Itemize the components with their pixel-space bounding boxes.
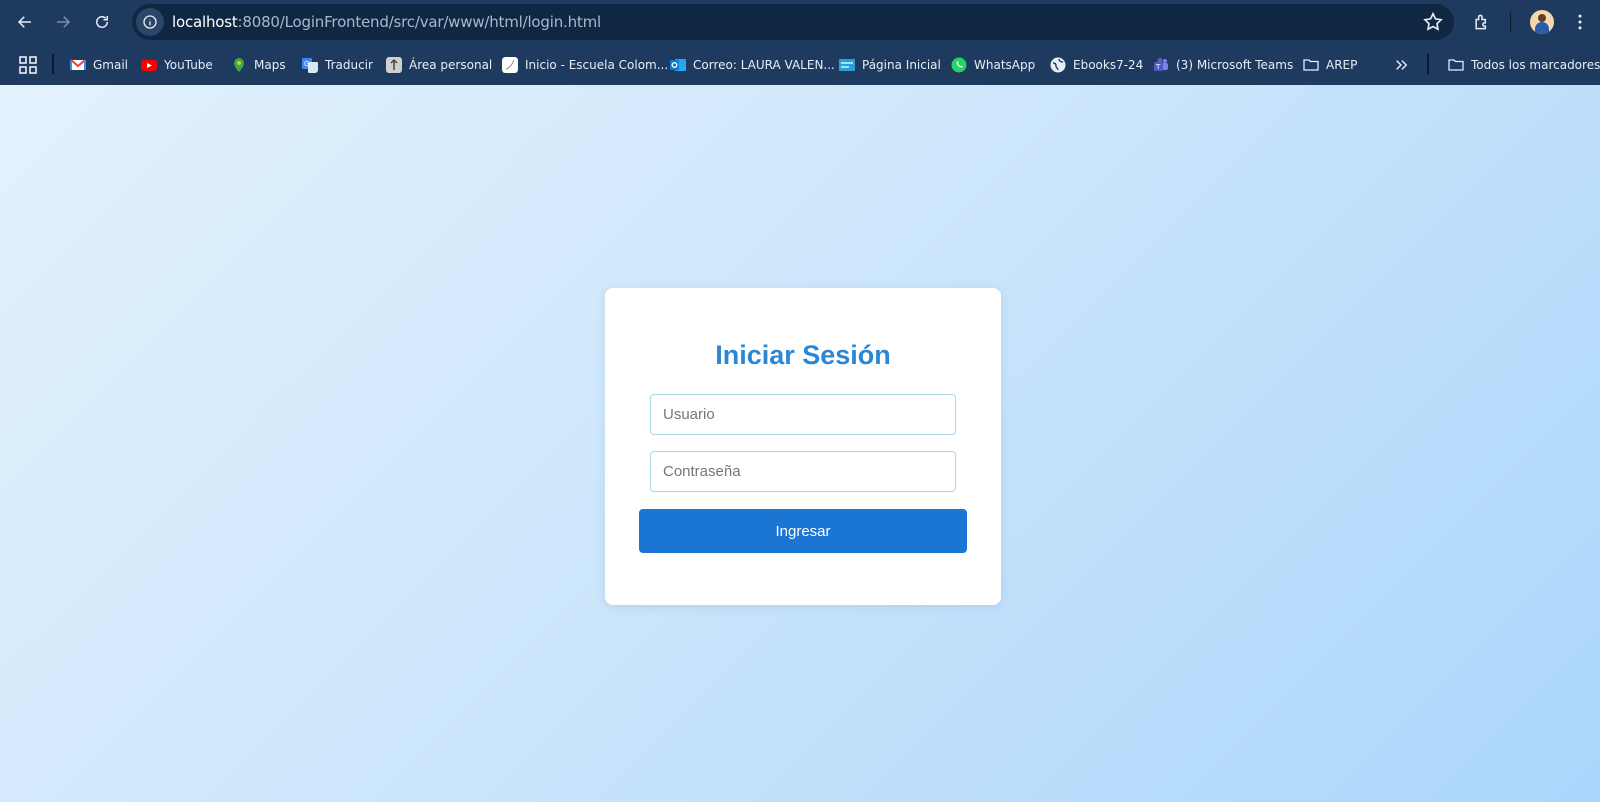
address-bar[interactable]: localhost:8080/LoginFrontend/src/var/www…	[132, 4, 1454, 40]
apps-button[interactable]	[19, 54, 37, 76]
username-input[interactable]	[650, 394, 956, 435]
forward-button[interactable]	[50, 9, 76, 35]
bookmark-label: YouTube	[164, 58, 213, 72]
apps-grid-icon	[19, 56, 37, 74]
bookmark-traducir[interactable]: G Traducir	[302, 54, 373, 76]
whatsapp-icon	[951, 57, 967, 73]
back-button[interactable]	[12, 9, 38, 35]
browser-toolbar: localhost:8080/LoginFrontend/src/var/www…	[0, 0, 1600, 44]
menu-dots-icon[interactable]	[1568, 10, 1592, 34]
profile-avatar[interactable]	[1530, 10, 1554, 34]
bookmark-inicio-escuela[interactable]: Inicio - Escuela Colom...	[502, 54, 668, 76]
bookmark-folder-arep[interactable]: AREP	[1303, 54, 1357, 76]
teams-icon: T	[1154, 58, 1168, 71]
youtube-icon	[141, 60, 157, 71]
back-arrow-icon	[17, 16, 31, 28]
personal-area-icon	[386, 57, 402, 73]
chevron-double-right-icon	[1396, 60, 1408, 70]
svg-text:T: T	[1155, 63, 1161, 71]
folder-icon	[1303, 59, 1319, 71]
bookmark-teams[interactable]: T (3) Microsoft Teams	[1153, 54, 1293, 76]
bookmark-label: Ebooks7-24	[1073, 58, 1144, 72]
all-bookmarks-folder[interactable]: Todos los marcadores	[1448, 54, 1600, 76]
bookmark-correo[interactable]: Correo: LAURA VALEN...	[670, 54, 835, 76]
url-path: :8080/LoginFrontend/src/var/www/html/log…	[237, 13, 602, 31]
bookmarks-bar: Gmail YouTube Maps G Traducir Área perso…	[0, 44, 1600, 85]
bookmark-label: Maps	[254, 58, 286, 72]
bookmark-gmail[interactable]: Gmail	[70, 54, 128, 76]
site-info-icon[interactable]	[136, 8, 164, 36]
bookmark-label: WhatsApp	[974, 58, 1036, 72]
globe-icon	[1050, 57, 1066, 73]
forward-arrow-icon	[57, 16, 71, 28]
gmail-icon	[70, 59, 86, 70]
more-bookmarks-button[interactable]	[1394, 54, 1408, 76]
url-text[interactable]: localhost:8080/LoginFrontend/src/var/www…	[172, 13, 601, 31]
outlook-icon	[670, 59, 686, 71]
bookmark-label: Página Inicial	[862, 58, 941, 72]
toolbar-divider	[1510, 12, 1511, 32]
reload-button[interactable]	[89, 9, 115, 35]
site-icon	[839, 59, 855, 71]
all-bookmarks-label: Todos los marcadores	[1471, 58, 1600, 72]
svg-text:G: G	[304, 60, 309, 68]
translate-icon: G	[302, 58, 318, 73]
login-card: Iniciar Sesión Ingresar	[605, 288, 1001, 605]
extensions-icon[interactable]	[1470, 10, 1494, 34]
bookmark-pagina-inicial[interactable]: Página Inicial	[839, 54, 941, 76]
bookmark-label: Inicio - Escuela Colom...	[525, 58, 669, 72]
bookmark-label: Correo: LAURA VALEN...	[693, 58, 835, 72]
bookmark-label: Gmail	[93, 58, 129, 72]
page-icon	[502, 57, 518, 73]
page-background: Iniciar Sesión Ingresar	[0, 85, 1600, 802]
maps-icon	[234, 58, 244, 72]
bookmark-label: (3) Microsoft Teams	[1176, 58, 1294, 72]
bookmark-label: Área personal	[409, 58, 493, 72]
bookmark-whatsapp[interactable]: WhatsApp	[951, 54, 1035, 76]
url-host: localhost	[172, 13, 238, 31]
bookmark-area-personal[interactable]: Área personal	[386, 54, 492, 76]
bookmarks-divider	[1427, 54, 1429, 74]
password-input[interactable]	[650, 451, 956, 492]
bookmark-ebooks[interactable]: Ebooks7-24	[1050, 54, 1143, 76]
folder-icon	[1448, 59, 1464, 71]
bookmark-youtube[interactable]: YouTube	[141, 54, 213, 76]
bookmark-label: AREP	[1326, 58, 1358, 72]
bookmark-star-icon[interactable]	[1422, 11, 1444, 33]
login-submit-button[interactable]: Ingresar	[639, 509, 967, 553]
reload-icon	[96, 16, 108, 28]
bookmark-label: Traducir	[325, 58, 373, 72]
bookmarks-divider	[52, 54, 54, 74]
bookmark-maps[interactable]: Maps	[231, 54, 286, 76]
login-title: Iniciar Sesión	[715, 340, 891, 370]
